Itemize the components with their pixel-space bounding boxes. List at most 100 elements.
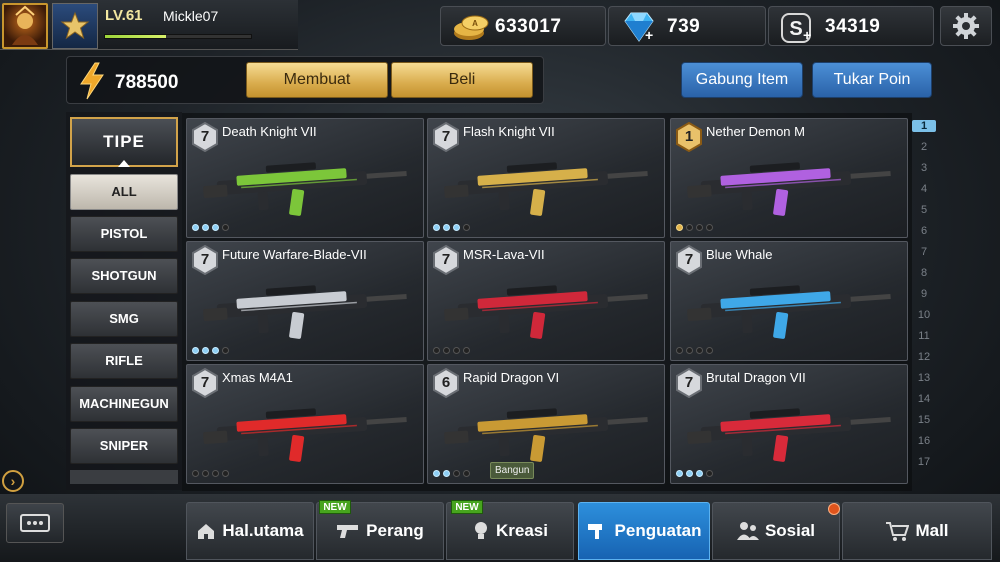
- pip-icon: [443, 470, 450, 477]
- category-list-more[interactable]: [70, 470, 178, 484]
- gem-counter[interactable]: + 739: [608, 6, 766, 46]
- combine-item-button[interactable]: Gabung Item: [681, 62, 803, 98]
- pip-icon: [443, 347, 450, 354]
- tab-upgrade[interactable]: Penguatan: [578, 502, 710, 560]
- page-number[interactable]: 14: [912, 393, 936, 405]
- weapon-image: [444, 408, 648, 462]
- weapon-card[interactable]: 6 Rapid Dragon VI Bangun: [427, 364, 665, 484]
- weapon-card[interactable]: 7 MSR-Lava-VII: [427, 241, 665, 361]
- player-avatar[interactable]: [2, 3, 48, 49]
- pip-icon: [453, 470, 460, 477]
- weapon-tag: Bangun: [490, 462, 535, 479]
- create-button[interactable]: Membuat: [246, 62, 388, 98]
- weapon-name: Death Knight VII: [222, 124, 317, 139]
- tab-label: Sosial: [764, 521, 816, 540]
- rank-star-icon: [60, 11, 90, 40]
- pistol-icon: [337, 525, 359, 538]
- tab-social[interactable]: Sosial: [712, 502, 840, 560]
- weapon-name: Blue Whale: [706, 247, 773, 262]
- upgrade-pips: [433, 224, 470, 231]
- weapon-card[interactable]: 1 Nether Demon M: [670, 118, 908, 238]
- weapon-name: Nether Demon M: [706, 124, 805, 139]
- pip-icon: [706, 224, 713, 231]
- pip-icon: [222, 224, 229, 231]
- category-machinegun[interactable]: MACHINEGUN: [70, 386, 178, 422]
- weapon-image: [444, 162, 648, 216]
- upgrade-pips: [192, 224, 229, 231]
- settings-button[interactable]: [940, 6, 992, 46]
- tab-label: Kreasi: [496, 521, 548, 540]
- weapon-card[interactable]: 7 Blue Whale: [670, 241, 908, 361]
- weapon-image: [203, 162, 407, 216]
- page-number[interactable]: 12: [912, 351, 936, 363]
- page-number[interactable]: 3: [912, 162, 936, 174]
- weapon-image: [203, 285, 407, 339]
- page-number[interactable]: 5: [912, 204, 936, 216]
- pip-icon: [443, 224, 450, 231]
- upgrade-pips: [676, 470, 713, 477]
- category-sniper[interactable]: SNIPER: [70, 428, 178, 464]
- buy-button[interactable]: Beli: [391, 62, 533, 98]
- xp-bar-fill: [105, 35, 167, 38]
- page-number[interactable]: 7: [912, 246, 936, 258]
- tab-mall[interactable]: Mall: [842, 502, 992, 560]
- page-index[interactable]: 1 2 3 4 5 6 7 8 9 10 11 12 13 14 15 16 17: [912, 120, 936, 490]
- weapon-card[interactable]: 7 Xmas M4A1: [186, 364, 424, 484]
- pip-icon: [433, 470, 440, 477]
- pip-icon: [696, 347, 703, 354]
- page-number[interactable]: 11: [912, 330, 936, 342]
- pip-icon: [202, 470, 209, 477]
- pip-icon: [686, 224, 693, 231]
- gem-plus-icon[interactable]: +: [645, 27, 653, 43]
- page-number[interactable]: 1: [912, 120, 936, 132]
- tab-label: Mall: [915, 521, 949, 540]
- weapon-image: [687, 162, 891, 216]
- page-number[interactable]: 15: [912, 414, 936, 426]
- pip-icon: [463, 347, 470, 354]
- points-plus-icon[interactable]: +: [803, 27, 811, 43]
- people-icon: [736, 522, 759, 540]
- page-number[interactable]: 13: [912, 372, 936, 384]
- expand-arrow-icon[interactable]: ›: [2, 470, 24, 492]
- page-number[interactable]: 17: [912, 456, 936, 468]
- points-counter[interactable]: S + 34319: [768, 6, 934, 46]
- category-all[interactable]: ALL: [70, 174, 178, 210]
- category-rifle[interactable]: RIFLE: [70, 343, 178, 379]
- pip-icon: [463, 224, 470, 231]
- weapon-card[interactable]: 7 Death Knight VII: [186, 118, 424, 238]
- menu-button[interactable]: [6, 503, 64, 543]
- player-level: LV.61: [105, 7, 143, 24]
- upgrade-pips: [192, 470, 229, 477]
- lightning-icon: [80, 62, 104, 100]
- page-number[interactable]: 8: [912, 267, 936, 279]
- pip-icon: [463, 470, 470, 477]
- pip-icon: [696, 224, 703, 231]
- category-smg[interactable]: SMG: [70, 301, 178, 337]
- upgrade-pips: [676, 347, 713, 354]
- upgrade-pips: [192, 347, 229, 354]
- page-number[interactable]: 2: [912, 141, 936, 153]
- caret-up-icon: [118, 160, 130, 167]
- pip-icon: [686, 470, 693, 477]
- page-number[interactable]: 6: [912, 225, 936, 237]
- pip-icon: [192, 224, 199, 231]
- shopping-cart-icon: [886, 522, 910, 541]
- weapon-card[interactable]: 7 Future Warfare-Blade-VII: [186, 241, 424, 361]
- tab-label: Penguatan: [614, 521, 702, 540]
- page-number[interactable]: 9: [912, 288, 936, 300]
- gold-counter[interactable]: A 633017: [440, 6, 606, 46]
- category-pistol[interactable]: PISTOL: [70, 216, 178, 252]
- weapon-image: [444, 285, 648, 339]
- tab-home[interactable]: Hal.utama: [186, 502, 314, 560]
- new-badge-battle: NEW: [319, 500, 351, 514]
- page-number[interactable]: 16: [912, 435, 936, 447]
- page-number[interactable]: 4: [912, 183, 936, 195]
- category-shotgun[interactable]: SHOTGUN: [70, 258, 178, 294]
- exchange-points-button[interactable]: Tukar Poin: [812, 62, 932, 98]
- weapon-card[interactable]: 7 Flash Knight VII: [427, 118, 665, 238]
- tab-label: Perang: [366, 521, 424, 540]
- weapon-card[interactable]: 7 Brutal Dragon VII: [670, 364, 908, 484]
- gem-value: 739: [667, 16, 701, 37]
- page-number[interactable]: 10: [912, 309, 936, 321]
- pip-icon: [706, 470, 713, 477]
